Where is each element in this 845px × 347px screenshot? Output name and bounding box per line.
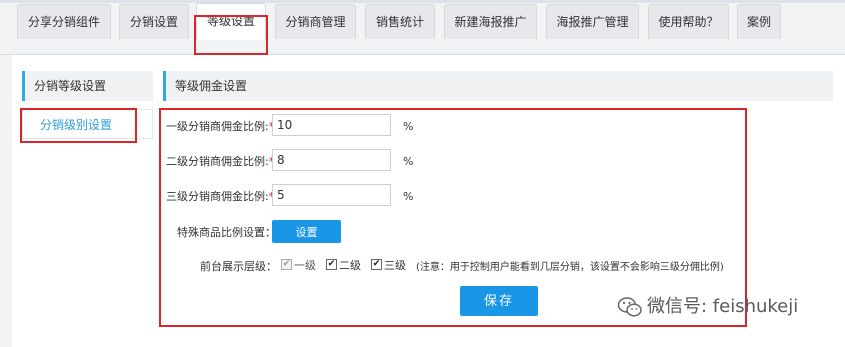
field-label-level3: 三级分销商佣金比例:* [166, 190, 274, 203]
level2-commission-input[interactable] [272, 149, 391, 171]
tab-poster-promotion-management[interactable]: 海报推广管理 [546, 4, 639, 39]
level1-commission-input[interactable] [272, 114, 391, 136]
wechat-icon [617, 297, 642, 317]
sidebar: 分销等级设置 分销级别设置 [22, 71, 155, 301]
sidebar-heading: 分销等级设置 [22, 71, 153, 101]
tab-new-poster-promotion[interactable]: 新建海报推广 [444, 4, 537, 39]
tab-share-component[interactable]: 分享分销组件 [17, 4, 111, 39]
tab-distribution-settings[interactable]: 分销设置 [119, 4, 189, 39]
field-label-level2: 二级分销商佣金比例:* [166, 155, 274, 168]
tab-level-settings[interactable]: 等级设置 [196, 3, 266, 40]
level2-unit: % [403, 155, 414, 168]
tab-help[interactable]: 使用帮助？ [648, 4, 729, 39]
level1-checkbox-label: 一级 [294, 259, 316, 272]
level1-unit: % [403, 120, 414, 133]
level3-commission-input[interactable] [272, 184, 391, 206]
tab-cases[interactable]: 案例 [737, 4, 781, 39]
tab-sales-statistics[interactable]: 销售统计 [365, 4, 435, 39]
special-settings-button[interactable]: 设置 [272, 220, 341, 243]
display-levels-label: 前台展示层级： [200, 260, 277, 273]
level3-unit: % [403, 190, 414, 203]
level2-checkbox[interactable]: ✔ [326, 259, 337, 270]
save-button[interactable]: 保存 [460, 286, 538, 316]
special-products-label: 特殊商品比例设置： [177, 226, 276, 239]
tab-distributor-management[interactable]: 分销商管理 [275, 4, 356, 39]
display-levels-note: (注意：用于控制用户能看到几层分销，该设置不会影响三级分佣比例) [416, 262, 724, 273]
level1-checkbox: ✔ [281, 259, 292, 270]
sidebar-item-level-settings[interactable]: 分销级别设置 [22, 109, 153, 139]
level3-checkbox[interactable]: ✔ [371, 259, 382, 270]
top-strip [0, 0, 845, 3]
watermark-text: 微信号: feishukeji [647, 296, 799, 317]
panel-title: 等级佣金设置 [163, 71, 833, 101]
field-label-level1: 一级分销商佣金比例:* [166, 120, 274, 133]
level3-checkbox-label[interactable]: 三级 [384, 257, 406, 273]
level2-checkbox-label[interactable]: 二级 [339, 257, 361, 273]
